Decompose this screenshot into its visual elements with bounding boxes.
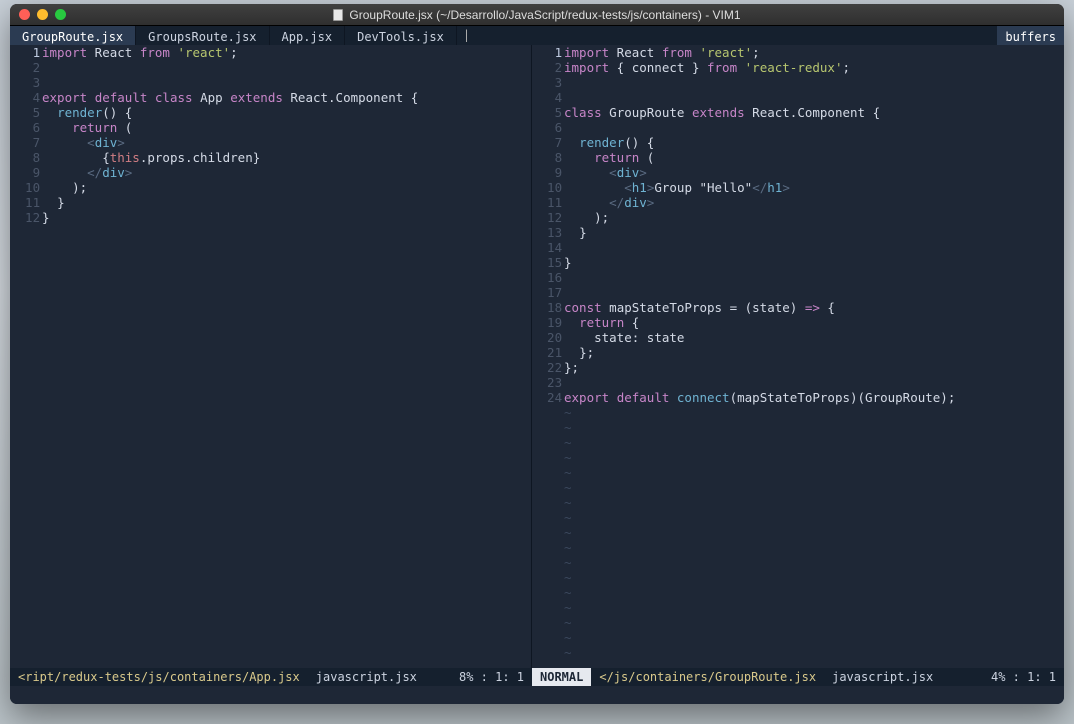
buffers-button[interactable]: buffers — [997, 26, 1064, 45]
mode-indicator: NORMAL — [532, 668, 591, 686]
window-controls — [10, 9, 66, 20]
minimize-icon[interactable] — [37, 9, 48, 20]
right-pane[interactable]: 1 2 3 4 5 6 7 8 9 10 11 12 13 14 15 16 1… — [532, 45, 1064, 668]
terminal-window: GroupRoute.jsx (~/Desarrollo/JavaScript/… — [10, 4, 1064, 704]
left-gutter: 1 2 3 4 5 6 7 8 9 10 11 12 — [10, 45, 38, 668]
editor-area: 1 2 3 4 5 6 7 8 9 10 11 12 import React … — [10, 45, 1064, 668]
status-line: <ript/redux-tests/js/containers/App.jsx … — [10, 668, 1064, 686]
document-icon — [333, 9, 343, 21]
tab-grouproute[interactable]: GroupRoute.jsx — [10, 26, 136, 45]
command-line[interactable] — [10, 686, 1064, 704]
left-code[interactable]: import React from 'react'; export defaul… — [38, 45, 531, 668]
right-gutter: 1 2 3 4 5 6 7 8 9 10 11 12 13 14 15 16 1… — [532, 45, 560, 668]
zoom-icon[interactable] — [55, 9, 66, 20]
tab-devtools[interactable]: DevTools.jsx — [345, 26, 457, 45]
buffer-tabs: GroupRoute.jsx GroupsRoute.jsx App.jsx D… — [10, 26, 1064, 45]
right-status-path: </js/containers/GroupRoute.jsx — [591, 668, 824, 686]
right-status: NORMAL </js/containers/GroupRoute.jsx ja… — [532, 668, 1064, 686]
right-status-position: 4% : 1: 1 — [983, 668, 1064, 686]
left-status-path: <ript/redux-tests/js/containers/App.jsx — [10, 668, 308, 686]
window-title-text: GroupRoute.jsx (~/Desarrollo/JavaScript/… — [349, 8, 740, 22]
left-status-position: 8% : 1: 1 — [451, 668, 532, 686]
right-status-filetype: javascript.jsx — [824, 668, 941, 686]
window-title: GroupRoute.jsx (~/Desarrollo/JavaScript/… — [10, 8, 1064, 22]
left-status: <ript/redux-tests/js/containers/App.jsx … — [10, 668, 532, 686]
tab-groupsroute[interactable]: GroupsRoute.jsx — [136, 26, 269, 45]
left-pane[interactable]: 1 2 3 4 5 6 7 8 9 10 11 12 import React … — [10, 45, 532, 668]
close-icon[interactable] — [19, 9, 30, 20]
titlebar[interactable]: GroupRoute.jsx (~/Desarrollo/JavaScript/… — [10, 4, 1064, 26]
tab-app[interactable]: App.jsx — [270, 26, 346, 45]
left-status-filetype: javascript.jsx — [308, 668, 425, 686]
right-code[interactable]: import React from 'react'; import { conn… — [560, 45, 1064, 668]
tab-divider: | — [457, 26, 476, 45]
